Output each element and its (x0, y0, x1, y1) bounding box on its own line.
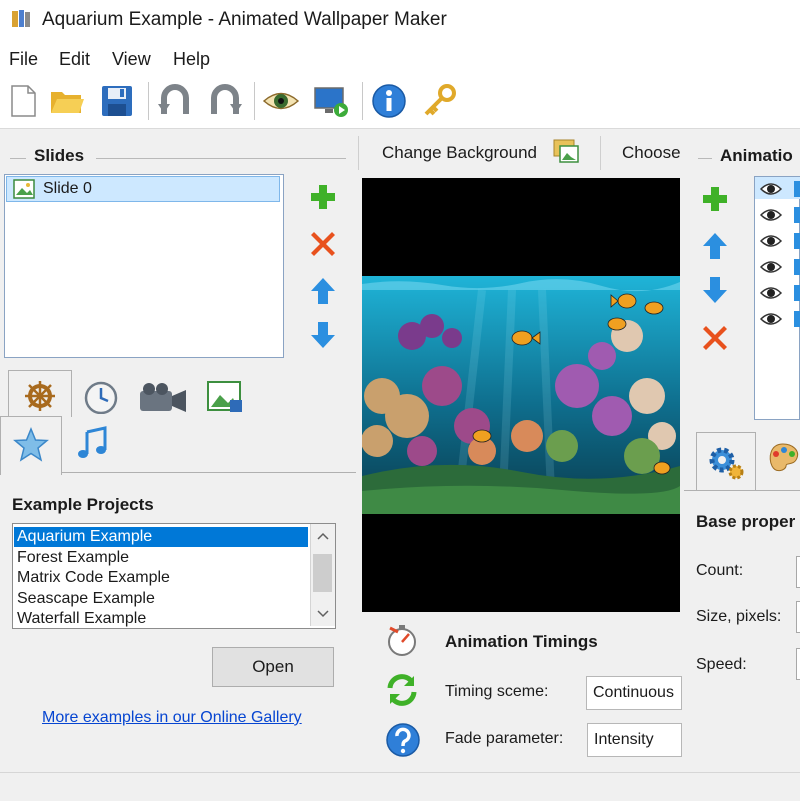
clock-icon[interactable] (82, 380, 120, 414)
aquarium-preview-image (362, 276, 680, 514)
move-animation-up-button[interactable] (700, 231, 730, 261)
menu-bar: File Edit View Help (0, 42, 800, 74)
example-item-seascape[interactable]: Seascape Example (17, 589, 155, 609)
fade-parameter-label: Fade parameter: (445, 730, 564, 747)
new-file-icon[interactable] (4, 82, 42, 120)
open-button[interactable]: Open (212, 647, 334, 687)
choose-button[interactable]: Choose (622, 143, 681, 163)
undo-icon[interactable] (156, 82, 194, 120)
ship-wheel-icon (25, 381, 55, 411)
refresh-icon (387, 674, 417, 706)
picture-icon[interactable] (206, 380, 246, 414)
count-input[interactable] (796, 556, 800, 588)
stopwatch-icon (388, 625, 416, 656)
visibility-eye-icon[interactable] (760, 282, 800, 304)
center-separator (600, 136, 601, 170)
tab-base-properties[interactable] (696, 432, 756, 491)
example-item-matrix-code[interactable]: Matrix Code Example (17, 568, 170, 588)
scrollbar-thumb[interactable] (313, 554, 332, 592)
video-camera-icon[interactable] (138, 382, 188, 414)
speed-input[interactable] (796, 648, 800, 680)
help-icon (386, 723, 420, 757)
background-picture-icon[interactable] (552, 138, 580, 164)
redo-icon[interactable] (206, 82, 244, 120)
gears-icon (709, 447, 744, 480)
base-properties-panel (684, 490, 800, 781)
example-projects-title: Example Projects (12, 495, 154, 514)
chevron-up-icon[interactable] (317, 532, 329, 540)
visibility-eye-icon[interactable] (760, 256, 800, 278)
save-icon[interactable] (98, 82, 136, 120)
toolbar-separator (362, 82, 363, 120)
move-slide-down-button[interactable] (308, 320, 338, 350)
visibility-eye-icon[interactable] (760, 230, 800, 252)
visibility-eye-icon[interactable] (760, 308, 800, 330)
info-icon[interactable] (370, 82, 408, 120)
slide-item[interactable]: Slide 0 (6, 176, 280, 202)
animations-divider (698, 158, 712, 159)
music-note-icon[interactable] (74, 424, 112, 462)
open-folder-icon[interactable] (48, 82, 86, 120)
toolbar-separator (148, 82, 149, 120)
title-bar: Aquarium Example - Animated Wallpaper Ma… (0, 0, 800, 42)
menu-file[interactable]: File (9, 49, 38, 70)
add-slide-button[interactable] (308, 182, 338, 212)
slide-thumbnail-icon (13, 179, 35, 199)
key-icon[interactable] (420, 82, 458, 120)
wallpaper-preview (362, 178, 680, 612)
tab-examples[interactable] (0, 416, 62, 475)
menu-edit[interactable]: Edit (59, 49, 90, 70)
slide-item-label: Slide 0 (43, 180, 92, 197)
app-icon (12, 10, 30, 27)
tab-wheel[interactable] (8, 370, 72, 417)
add-animation-button[interactable] (700, 184, 730, 214)
size-input[interactable] (796, 601, 800, 633)
menu-help[interactable]: Help (173, 49, 210, 70)
status-bar (0, 772, 800, 801)
toolbar (0, 74, 800, 129)
slides-divider-right (96, 158, 346, 159)
apply-wallpaper-icon[interactable] (312, 82, 350, 120)
move-animation-down-button[interactable] (700, 275, 730, 305)
center-separator (358, 136, 359, 170)
window-title: Aquarium Example - Animated Wallpaper Ma… (42, 9, 447, 30)
move-slide-up-button[interactable] (308, 276, 338, 306)
base-properties-title: Base proper (696, 512, 796, 531)
fade-parameter-select[interactable]: Intensity (587, 723, 682, 757)
slides-divider-left (10, 158, 26, 159)
example-item-aquarium[interactable]: Aquarium Example (17, 527, 152, 547)
delete-animation-button[interactable] (700, 323, 730, 353)
animations-title: Animatio (720, 146, 793, 165)
timing-scheme-select[interactable]: Continuous (586, 676, 682, 710)
count-label: Count: (696, 562, 744, 579)
online-gallery-link[interactable]: More examples in our Online Gallery (42, 709, 302, 727)
timing-scheme-label: Timing sceme: (445, 683, 549, 700)
palette-icon[interactable] (766, 440, 800, 478)
animation-timings-title: Animation Timings (445, 632, 598, 651)
preview-eye-icon[interactable] (262, 82, 300, 120)
slides-title: Slides (34, 146, 85, 165)
example-item-forest[interactable]: Forest Example (17, 548, 129, 568)
examples-scrollbar[interactable] (310, 524, 335, 626)
example-item-waterfall[interactable]: Waterfall Example (17, 609, 146, 629)
speed-label: Speed: (696, 656, 747, 673)
visibility-eye-icon[interactable] (760, 178, 800, 200)
toolbar-separator (254, 82, 255, 120)
star-icon (13, 427, 49, 462)
change-background-button[interactable]: Change Background (382, 143, 537, 163)
delete-slide-button[interactable] (308, 229, 338, 259)
size-label: Size, pixels: (696, 608, 782, 625)
menu-view[interactable]: View (112, 49, 151, 70)
chevron-down-icon[interactable] (317, 610, 329, 618)
visibility-eye-icon[interactable] (760, 204, 800, 226)
